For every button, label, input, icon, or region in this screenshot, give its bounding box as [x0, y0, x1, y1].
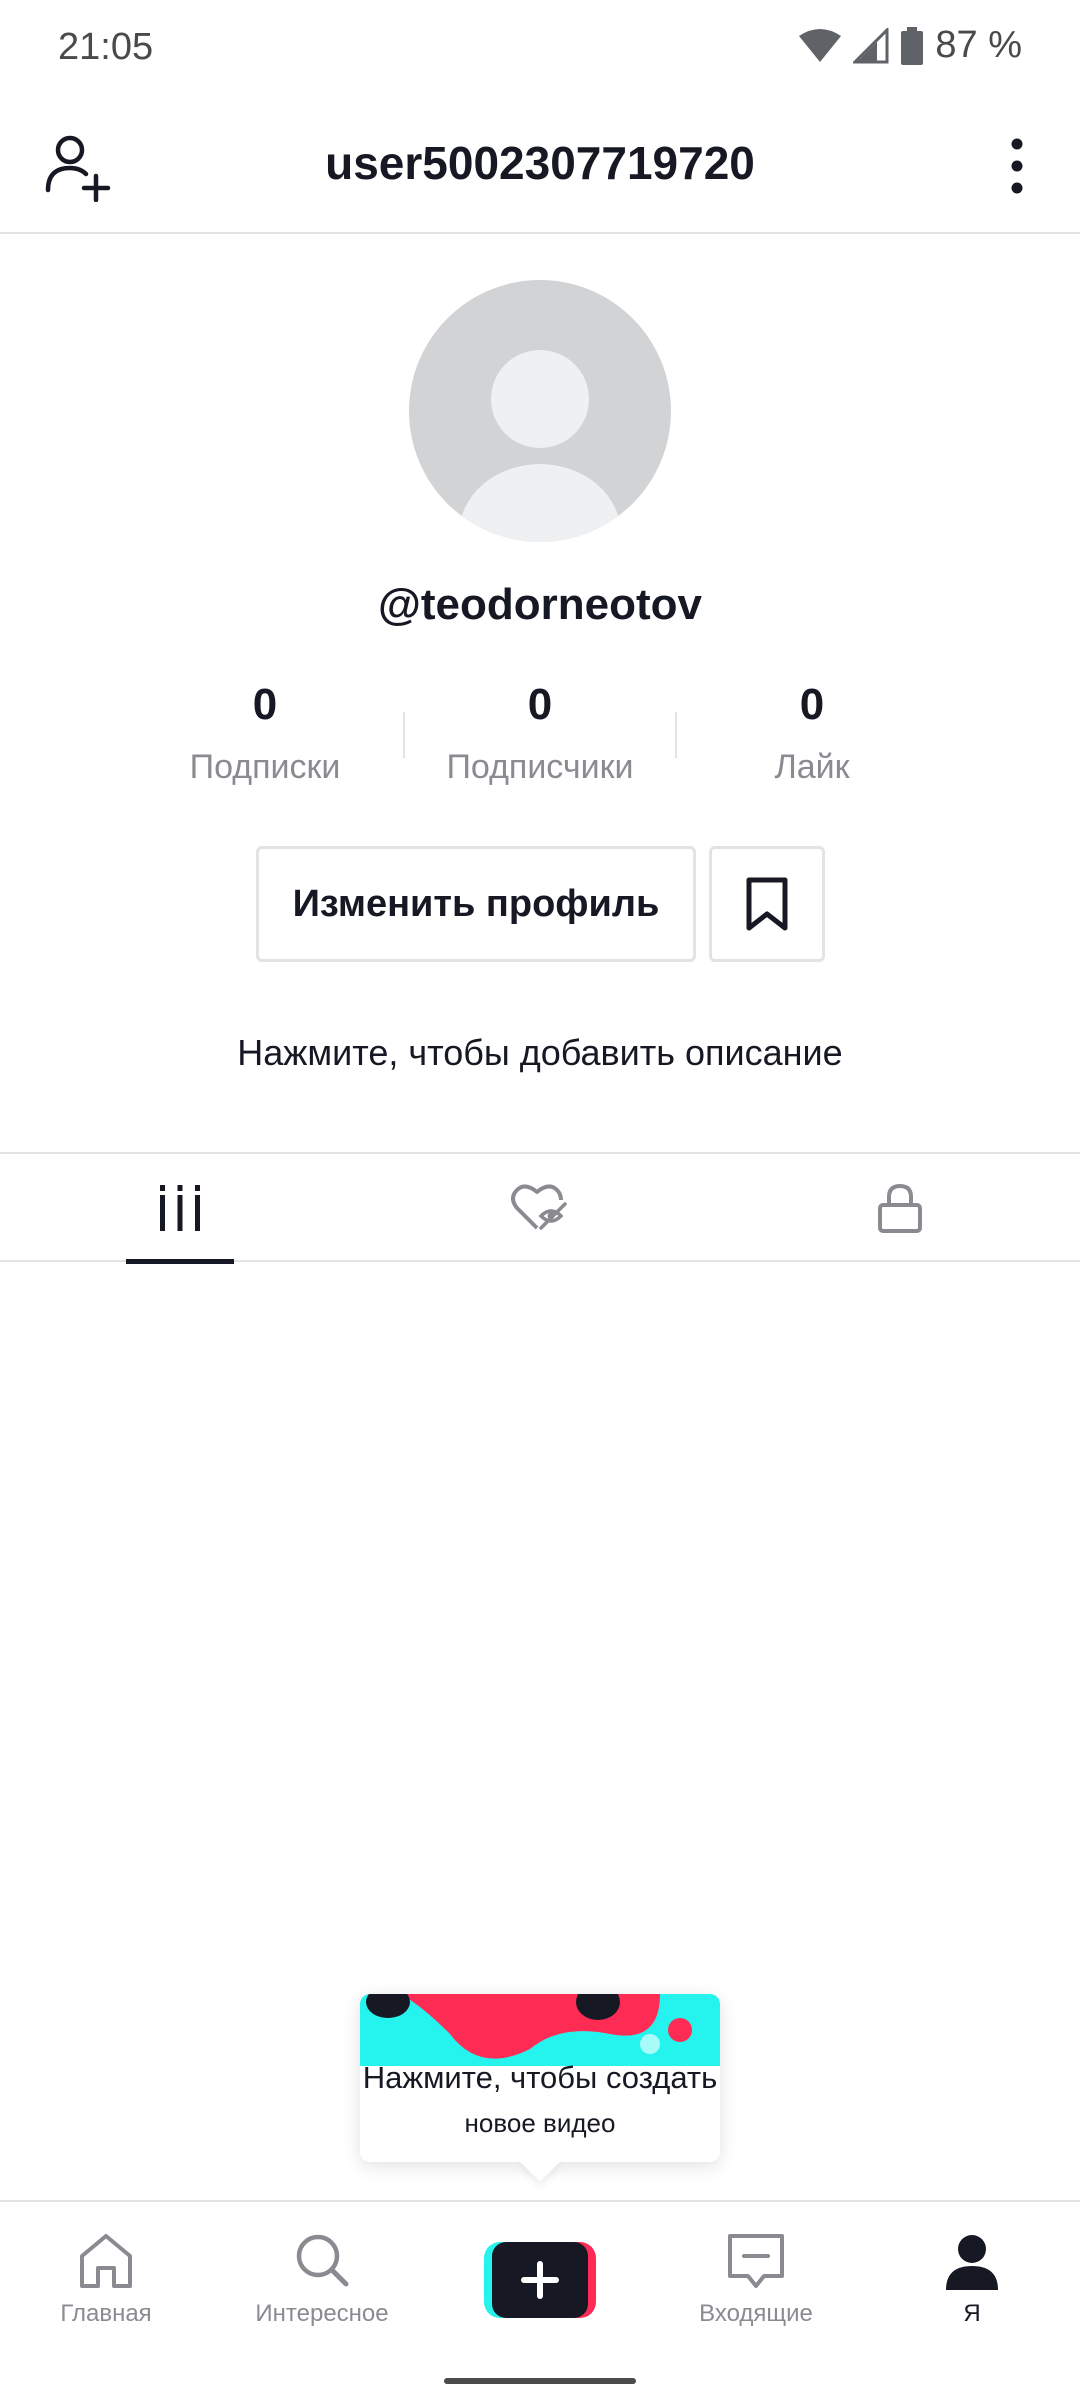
create-plus-icon: [484, 2242, 596, 2318]
lock-icon: [878, 1183, 922, 1233]
nav-profile[interactable]: Я: [872, 2232, 1072, 2328]
nav-label: Главная: [60, 2300, 152, 2327]
gesture-navigation-bar[interactable]: [444, 2378, 636, 2384]
profile-stats: 0 Подписки 0 Подписчики 0 Лайк: [130, 680, 950, 800]
avatar-placeholder-body: [459, 464, 621, 542]
profile-header: user5002307719720: [0, 96, 1080, 234]
nav-discover[interactable]: Интересное: [222, 2232, 422, 2328]
more-options-button[interactable]: [992, 132, 1042, 202]
create-video-button[interactable]: [484, 2242, 596, 2318]
inbox-icon: [728, 2234, 784, 2288]
tooltip-arrow: [520, 2142, 560, 2182]
liked-hidden-icon: [511, 1184, 567, 1230]
active-tab-indicator: [126, 1259, 234, 1264]
username: @teodorneotov: [377, 580, 702, 629]
stat-label: Подписчики: [446, 748, 634, 786]
bottom-navigation: Главная Интересное Входящие Я: [0, 2200, 1080, 2400]
avatar[interactable]: [409, 280, 671, 542]
tooltip-banner-art: [360, 1994, 720, 2066]
home-icon: [80, 2234, 132, 2288]
edit-profile-button[interactable]: Изменить профиль: [256, 846, 696, 962]
bookmark-icon: [746, 877, 788, 931]
tooltip-splash-graphic: [360, 1994, 720, 2066]
tab-videos[interactable]: [0, 1154, 360, 1264]
stat-likes[interactable]: 0 Лайк: [677, 680, 947, 787]
status-bar: 21:05 87 %: [0, 0, 1080, 96]
favorites-button[interactable]: [709, 846, 825, 962]
stat-following[interactable]: 0 Подписки: [130, 680, 400, 787]
wifi-icon: [799, 28, 842, 62]
status-time: 21:05: [58, 26, 154, 68]
tooltip-title: Нажмите, чтобы создать: [362, 2060, 718, 2095]
nav-label: Входящие: [699, 2300, 813, 2327]
stat-followers[interactable]: 0 Подписчики: [405, 680, 675, 787]
cellular-signal-icon: [853, 27, 889, 63]
stat-value: 0: [799, 680, 825, 729]
tab-liked[interactable]: [360, 1154, 720, 1262]
stat-value: 0: [527, 680, 553, 729]
profile-icon: [946, 2235, 998, 2290]
battery-percentage: 87 %: [935, 24, 1022, 66]
create-video-tooltip[interactable]: Нажмите, чтобы создать новое видео: [360, 1994, 720, 2182]
avatar-placeholder-head: [491, 350, 589, 448]
nav-inbox[interactable]: Входящие: [656, 2232, 856, 2328]
status-icons: 87 %: [799, 24, 1022, 67]
stat-value: 0: [252, 680, 278, 729]
stat-label: Лайк: [774, 748, 850, 786]
add-bio-prompt[interactable]: Нажмите, чтобы добавить описание: [0, 1032, 1080, 1074]
battery-icon: [901, 26, 924, 65]
search-icon: [296, 2234, 349, 2287]
tooltip-subtitle: новое видео: [464, 2108, 616, 2138]
more-vertical-icon: [1011, 138, 1023, 194]
content-tabs: [0, 1152, 1080, 1264]
nav-home[interactable]: Главная: [6, 2232, 206, 2328]
page-title: user5002307719720: [325, 137, 755, 189]
tab-private[interactable]: [720, 1154, 1080, 1262]
nav-label: Интересное: [255, 2300, 389, 2327]
stat-label: Подписки: [189, 748, 341, 786]
nav-label: Я: [963, 2300, 981, 2327]
grid-videos-icon: [160, 1185, 200, 1231]
